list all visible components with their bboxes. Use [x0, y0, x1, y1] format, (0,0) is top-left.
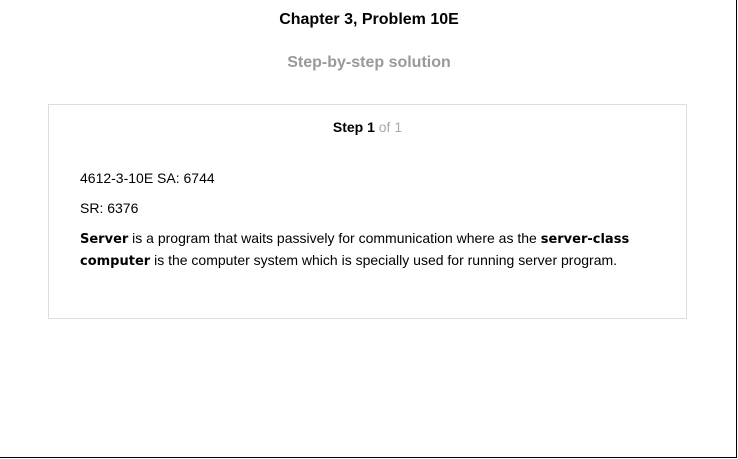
solution-paragraph: Server is a program that waits passively… [80, 228, 650, 272]
solution-step-card: Step 1 of 1 4612-3-10E SA: 6744 SR: 6376… [48, 104, 687, 319]
step-label: Step 1 [332, 119, 375, 135]
solution-line-1: 4612-3-10E SA: 6744 [80, 170, 215, 186]
term-server: Server [80, 232, 129, 247]
page-subtitle: Step-by-step solution [287, 54, 451, 71]
page-title: Chapter 3, Problem 10E [279, 11, 459, 28]
step-indicator: Step 1 of 1 [49, 119, 686, 135]
solution-line-2: SR: 6376 [80, 200, 139, 216]
step-count: of 1 [378, 119, 403, 135]
solution-content: 4612-3-10E SA: 6744 SR: 6376 Server is a… [80, 168, 650, 281]
paragraph-text-2: is the computer system which is speciall… [150, 252, 618, 268]
paragraph-text-1: is a program that waits passively for co… [128, 230, 541, 246]
